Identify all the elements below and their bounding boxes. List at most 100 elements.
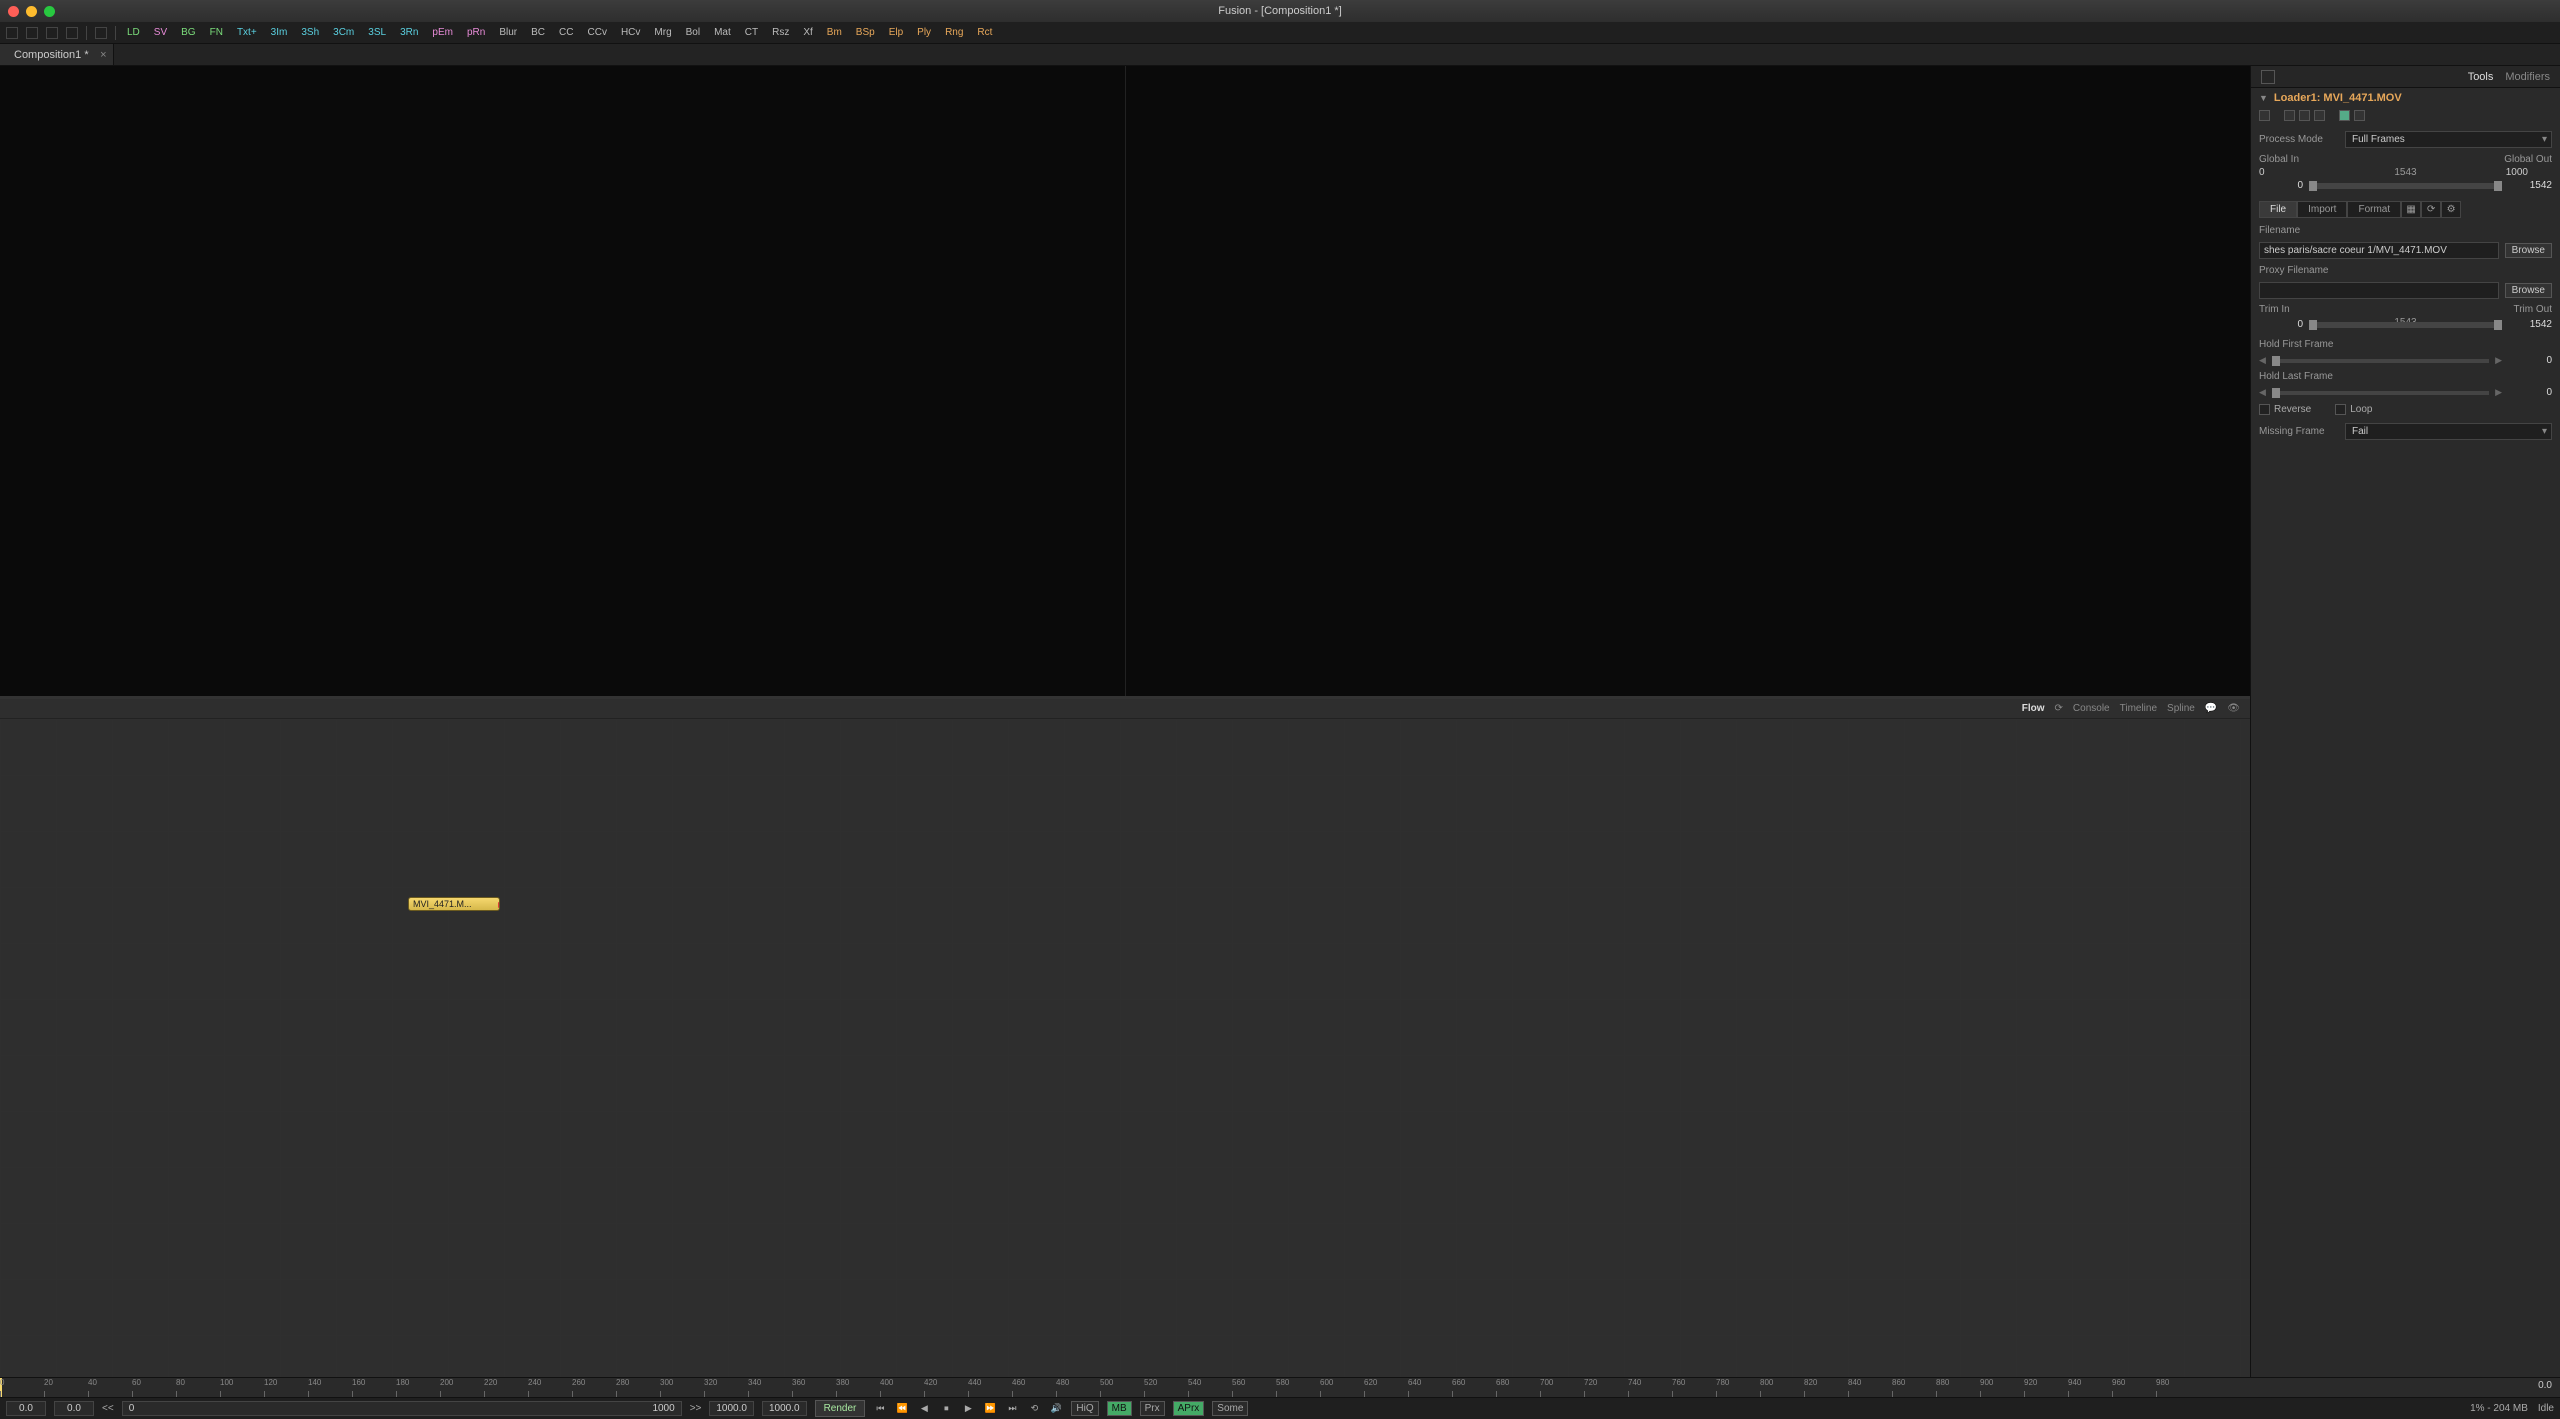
tool-txt+[interactable]: Txt+ <box>234 26 260 39</box>
range-end-b[interactable]: 1000.0 <box>762 1401 807 1416</box>
tool-icon-3[interactable] <box>2299 110 2310 121</box>
tool-bsp[interactable]: BSp <box>853 26 878 39</box>
tool-3sl[interactable]: 3SL <box>365 26 389 39</box>
browse-button[interactable]: Browse <box>2505 243 2552 258</box>
close-tab-icon[interactable]: × <box>100 49 106 61</box>
tool-icon-6[interactable] <box>2354 110 2365 121</box>
missing-frame-dropdown[interactable]: Fail <box>2345 423 2552 440</box>
play-icon[interactable]: ▶ <box>961 1402 975 1416</box>
render-button[interactable]: Render <box>815 1400 866 1417</box>
hold-first-dec-icon[interactable]: ◀ <box>2259 355 2266 366</box>
tab-spline[interactable]: Spline <box>2167 703 2195 714</box>
hold-first-value[interactable] <box>2508 355 2552 366</box>
tool-icon-4[interactable] <box>2314 110 2325 121</box>
play-back-icon[interactable]: ◀ <box>917 1402 931 1416</box>
subtab-icon-3[interactable]: ⚙ <box>2441 201 2461 218</box>
tool-sv[interactable]: SV <box>151 26 170 39</box>
tool-icon-2[interactable] <box>2284 110 2295 121</box>
some-toggle[interactable]: Some <box>1212 1401 1248 1416</box>
tool-blur[interactable]: Blur <box>496 26 520 39</box>
tool-icon-5[interactable] <box>2339 110 2350 121</box>
loop-icon[interactable]: ⟲ <box>1027 1402 1041 1416</box>
comment-icon[interactable]: 💬 <box>2205 703 2217 714</box>
hold-last-slider[interactable] <box>2272 391 2489 395</box>
status-time-b[interactable]: 0.0 <box>54 1401 94 1416</box>
eye-icon[interactable]: 👁 <box>2227 703 2240 714</box>
subtab-icon-1[interactable]: ▦ <box>2401 201 2421 218</box>
status-time-a[interactable]: 0.0 <box>6 1401 46 1416</box>
hold-first-slider[interactable] <box>2272 359 2489 363</box>
step-fwd-icon[interactable]: ⏩ <box>983 1402 997 1416</box>
go-start-icon[interactable]: ⏮ <box>873 1402 887 1416</box>
layout-btn-1[interactable] <box>6 27 18 39</box>
go-end-icon[interactable]: ⏭ <box>1005 1402 1019 1416</box>
audio-icon[interactable]: 🔊 <box>1049 1402 1063 1416</box>
tool-3sh[interactable]: 3Sh <box>298 26 322 39</box>
flow-canvas[interactable]: MVI_4471.M... <box>0 719 2250 1377</box>
rewind-icon[interactable]: << <box>102 1403 114 1414</box>
tool-fn[interactable]: FN <box>207 26 226 39</box>
tab-flow[interactable]: Flow <box>2022 703 2045 714</box>
aprx-toggle[interactable]: APrx <box>1173 1401 1205 1416</box>
tab-tools[interactable]: Tools <box>2468 71 2494 83</box>
process-mode-dropdown[interactable]: Full Frames <box>2345 131 2552 148</box>
viewer-right[interactable] <box>1126 66 2251 696</box>
tool-3cm[interactable]: 3Cm <box>330 26 357 39</box>
zoom-window-button[interactable] <box>44 6 55 17</box>
subtab-format[interactable]: Format <box>2347 201 2401 218</box>
loader-node[interactable]: MVI_4471.M... <box>408 897 500 911</box>
range-field[interactable]: 0 1000 <box>122 1401 682 1416</box>
tab-timeline[interactable]: Timeline <box>2120 703 2157 714</box>
viewer-left[interactable] <box>0 66 1126 696</box>
refresh-icon[interactable]: ⟳ <box>2055 703 2063 714</box>
mb-toggle[interactable]: MB <box>1107 1401 1132 1416</box>
tool-mrg[interactable]: Mrg <box>651 26 674 39</box>
tool-rsz[interactable]: Rsz <box>769 26 792 39</box>
layout-btn-2[interactable] <box>26 27 38 39</box>
tool-ld[interactable]: LD <box>124 26 143 39</box>
browse-proxy-button[interactable]: Browse <box>2505 283 2552 298</box>
tool-rng[interactable]: Rng <box>942 26 966 39</box>
trim-out-value[interactable] <box>2508 319 2552 330</box>
tool-3im[interactable]: 3Im <box>268 26 291 39</box>
global-range-slider[interactable] <box>2309 183 2502 189</box>
tool-elp[interactable]: Elp <box>886 26 906 39</box>
trim-range-slider[interactable] <box>2309 322 2502 328</box>
proxy-filename-input[interactable] <box>2259 282 2499 299</box>
tool-hcv[interactable]: HCv <box>618 26 643 39</box>
filename-input[interactable]: shes paris/sacre coeur 1/MVI_4471.MOV <box>2259 242 2499 259</box>
tool-icon-1[interactable] <box>2259 110 2270 121</box>
subtab-import[interactable]: Import <box>2297 201 2347 218</box>
range-end-a[interactable]: 1000.0 <box>709 1401 754 1416</box>
pin-icon[interactable] <box>2261 70 2275 84</box>
hold-last-value[interactable] <box>2508 387 2552 398</box>
tool-ccv[interactable]: CCv <box>585 26 610 39</box>
tool-xf[interactable]: Xf <box>800 26 815 39</box>
hold-last-inc-icon[interactable]: ▶ <box>2495 387 2502 398</box>
chevron-down-icon[interactable]: ▼ <box>2259 93 2268 103</box>
document-tab[interactable]: Composition1 * × <box>0 44 114 65</box>
tab-modifiers[interactable]: Modifiers <box>2505 71 2550 83</box>
tool-bg[interactable]: BG <box>178 26 198 39</box>
tool-cc[interactable]: CC <box>556 26 576 39</box>
prx-toggle[interactable]: Prx <box>1140 1401 1165 1416</box>
timeline-ruler[interactable]: 0204060801001201401601802002202402602803… <box>0 1377 2560 1397</box>
tool-ply[interactable]: Ply <box>914 26 934 39</box>
hold-first-inc-icon[interactable]: ▶ <box>2495 355 2502 366</box>
step-back-icon[interactable]: ⏪ <box>895 1402 909 1416</box>
close-window-button[interactable] <box>8 6 19 17</box>
forward-icon[interactable]: >> <box>690 1403 702 1414</box>
tool-bm[interactable]: Bm <box>824 26 845 39</box>
tool-bc[interactable]: BC <box>528 26 548 39</box>
layout-btn-4[interactable] <box>66 27 78 39</box>
tool-rct[interactable]: Rct <box>974 26 995 39</box>
tool-pem[interactable]: pEm <box>429 26 456 39</box>
trim-in-value[interactable] <box>2259 319 2303 330</box>
tool-mat[interactable]: Mat <box>711 26 734 39</box>
global-in-value[interactable] <box>2259 180 2303 191</box>
stop-icon[interactable]: ⏹ <box>939 1402 953 1416</box>
tool-bol[interactable]: Bol <box>683 26 703 39</box>
tab-console[interactable]: Console <box>2073 703 2110 714</box>
subtab-file[interactable]: File <box>2259 201 2297 218</box>
loop-checkbox[interactable]: Loop <box>2335 404 2372 415</box>
